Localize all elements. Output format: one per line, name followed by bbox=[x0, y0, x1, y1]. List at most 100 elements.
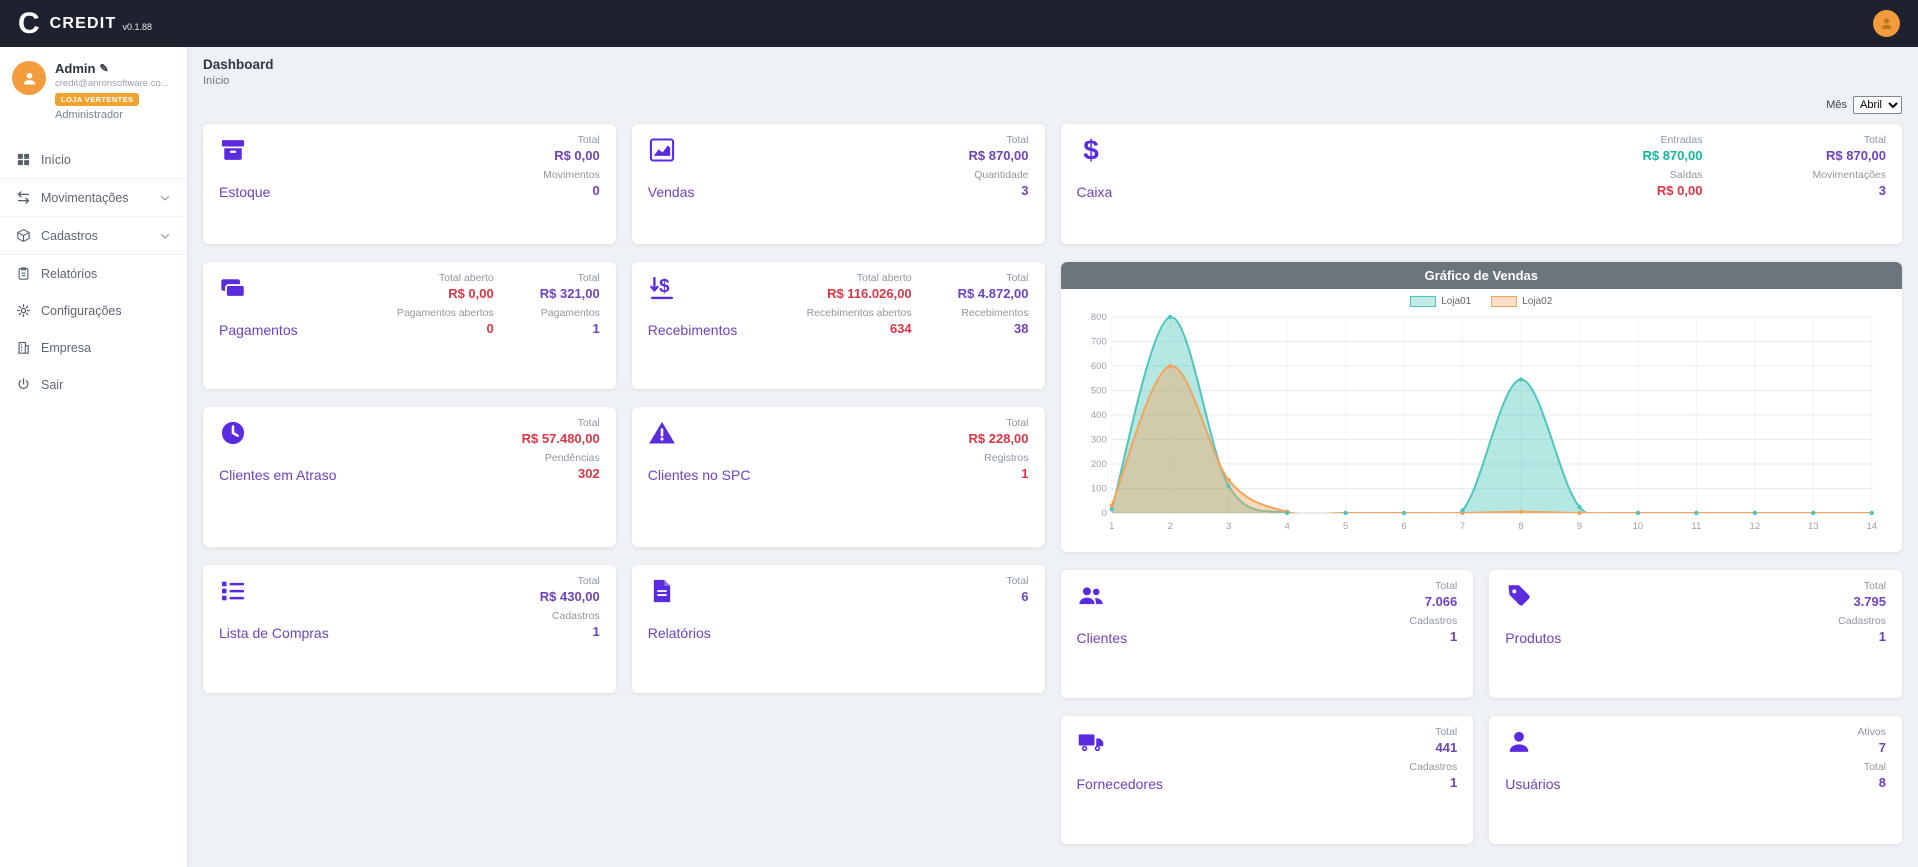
money-receive-icon: $ bbox=[648, 274, 676, 302]
svg-text:6: 6 bbox=[1401, 521, 1406, 532]
stat-label: Recebimentos abertos bbox=[807, 307, 912, 319]
stat-label: Total bbox=[1006, 134, 1028, 146]
stat-value: 0 bbox=[487, 321, 494, 336]
app-name: CREDIT bbox=[50, 15, 117, 33]
card-title-relatorios[interactable]: Relatórios bbox=[648, 625, 711, 641]
sidebar-item-label: Movimentações bbox=[41, 191, 129, 205]
stat-value: 38 bbox=[1014, 321, 1028, 336]
document-icon bbox=[648, 577, 676, 605]
stat-label: Total bbox=[578, 134, 600, 146]
user-icon bbox=[1878, 15, 1895, 32]
card-title-clientes[interactable]: Clientes bbox=[1077, 630, 1128, 646]
edit-profile-icon[interactable]: ✎ bbox=[99, 62, 108, 75]
legend-item-loja01[interactable]: Loja01 bbox=[1410, 296, 1471, 307]
profile-email: credit@anronsoftware.co... bbox=[55, 78, 169, 89]
card-title-clientes-em-atraso[interactable]: Clientes em Atraso bbox=[219, 467, 337, 483]
stat-value: 3 bbox=[1879, 183, 1886, 198]
svg-text:600: 600 bbox=[1090, 361, 1106, 372]
svg-text:$: $ bbox=[1083, 136, 1099, 164]
card-pagamentos: Total aberto R$ 0,00 Pagamentos abertos … bbox=[203, 262, 616, 389]
stat-value: 3.795 bbox=[1853, 594, 1886, 609]
stat-label: Cadastros bbox=[1409, 615, 1457, 627]
sidebar-item-movimentacoes[interactable]: Movimentações bbox=[0, 178, 187, 216]
chevron-down-icon bbox=[159, 192, 171, 204]
sidebar-item-inicio[interactable]: Início bbox=[0, 141, 187, 178]
stat-value: 302 bbox=[578, 466, 600, 481]
legend-swatch-loja02 bbox=[1491, 296, 1517, 307]
clock-icon bbox=[219, 419, 247, 447]
sidebar-item-sair[interactable]: Sair bbox=[0, 366, 187, 403]
card-title-fornecedores[interactable]: Fornecedores bbox=[1077, 776, 1163, 792]
card-lista-de-compras: Total R$ 430,00 Cadastros 1 Lista de Com… bbox=[203, 565, 616, 693]
svg-text:200: 200 bbox=[1090, 459, 1106, 470]
stat-label: Pagamentos abertos bbox=[397, 307, 494, 319]
svg-text:5: 5 bbox=[1342, 521, 1347, 532]
card-title-pagamentos[interactable]: Pagamentos bbox=[219, 322, 298, 338]
archive-box-icon bbox=[219, 136, 247, 164]
stat-value: R$ 0,00 bbox=[554, 148, 600, 163]
svg-text:3: 3 bbox=[1226, 521, 1231, 532]
stat-value: R$ 228,00 bbox=[969, 431, 1029, 446]
legend-swatch-loja01 bbox=[1410, 296, 1436, 307]
svg-text:9: 9 bbox=[1576, 521, 1581, 532]
card-title-recebimentos[interactable]: Recebimentos bbox=[648, 322, 738, 338]
sidebar-item-relatorios[interactable]: Relatórios bbox=[0, 255, 187, 292]
month-filter-row: Mês Abril bbox=[203, 96, 1902, 114]
dashboard-grid: Total R$ 0,00 Movimentos 0 Estoque bbox=[203, 124, 1902, 844]
sidebar-item-label: Configurações bbox=[41, 304, 122, 318]
stat-label: Total bbox=[578, 417, 600, 429]
stat-value: R$ 870,00 bbox=[1642, 148, 1702, 163]
stat-value: R$ 57.480,00 bbox=[522, 431, 600, 446]
card-caixa: $ Entradas R$ 870,00 Saídas R$ 0,00 Tota… bbox=[1061, 124, 1903, 244]
chart-legend: Loja01 Loja02 bbox=[1061, 289, 1903, 309]
stat-value: 6 bbox=[1021, 589, 1028, 604]
exchange-arrows-icon bbox=[16, 190, 31, 205]
card-title-estoque[interactable]: Estoque bbox=[219, 184, 270, 200]
left-column: Total R$ 0,00 Movimentos 0 Estoque bbox=[203, 124, 1045, 693]
svg-text:4: 4 bbox=[1284, 521, 1289, 532]
users-icon bbox=[1077, 582, 1105, 610]
app-logo: C bbox=[18, 9, 40, 39]
truck-icon bbox=[1077, 728, 1105, 756]
month-select[interactable]: Abril bbox=[1853, 96, 1902, 114]
stat-label: Cadastros bbox=[1838, 615, 1886, 627]
card-title-vendas[interactable]: Vendas bbox=[648, 184, 695, 200]
stat-value: 1 bbox=[1450, 629, 1457, 644]
user-avatar-button[interactable] bbox=[1873, 10, 1900, 37]
month-label: Mês bbox=[1826, 99, 1847, 111]
stat-value: 0 bbox=[593, 183, 600, 198]
stat-label: Saídas bbox=[1670, 169, 1703, 181]
card-title-caixa[interactable]: Caixa bbox=[1077, 184, 1113, 200]
stat-label: Total bbox=[1864, 134, 1886, 146]
stat-label: Total bbox=[1006, 272, 1028, 284]
legend-label-loja01: Loja01 bbox=[1441, 296, 1471, 307]
profile-avatar[interactable] bbox=[12, 61, 46, 95]
stat-label: Total bbox=[1435, 580, 1457, 592]
sidebar-item-empresa[interactable]: Empresa bbox=[0, 329, 187, 366]
sidebar-item-cadastros[interactable]: Cadastros bbox=[0, 216, 187, 255]
card-clientes: Total 7.066 Cadastros 1 Clientes bbox=[1061, 570, 1474, 698]
stat-value: R$ 870,00 bbox=[1826, 148, 1886, 163]
stat-value: R$ 321,00 bbox=[540, 286, 600, 301]
svg-text:0: 0 bbox=[1101, 508, 1106, 519]
card-usuarios: Ativos 7 Total 8 Usuários bbox=[1489, 716, 1902, 844]
legend-item-loja02[interactable]: Loja02 bbox=[1491, 296, 1552, 307]
stat-label: Ativos bbox=[1857, 726, 1886, 738]
svg-text:13: 13 bbox=[1807, 521, 1818, 532]
card-estoque: Total R$ 0,00 Movimentos 0 Estoque bbox=[203, 124, 616, 244]
card-title-usuarios[interactable]: Usuários bbox=[1505, 776, 1560, 792]
sidebar-menu: Início Movimentações Cadastros Rel bbox=[0, 141, 187, 403]
stat-label: Pendências bbox=[545, 452, 600, 464]
card-clientes-em-atraso: Total R$ 57.480,00 Pendências 302 Client… bbox=[203, 407, 616, 547]
power-icon bbox=[16, 377, 31, 392]
card-title-clientes-no-spc[interactable]: Clientes no SPC bbox=[648, 467, 751, 483]
svg-text:14: 14 bbox=[1866, 521, 1877, 532]
warning-icon bbox=[648, 419, 676, 447]
stat-value: 1 bbox=[1879, 629, 1886, 644]
sidebar-item-label: Início bbox=[41, 153, 71, 167]
card-fornecedores: Total 441 Cadastros 1 Fornecedores bbox=[1061, 716, 1474, 844]
card-title-produtos[interactable]: Produtos bbox=[1505, 630, 1561, 646]
user-icon bbox=[20, 69, 39, 88]
card-title-lista-de-compras[interactable]: Lista de Compras bbox=[219, 625, 329, 641]
sidebar-item-configuracoes[interactable]: Configurações bbox=[0, 292, 187, 329]
